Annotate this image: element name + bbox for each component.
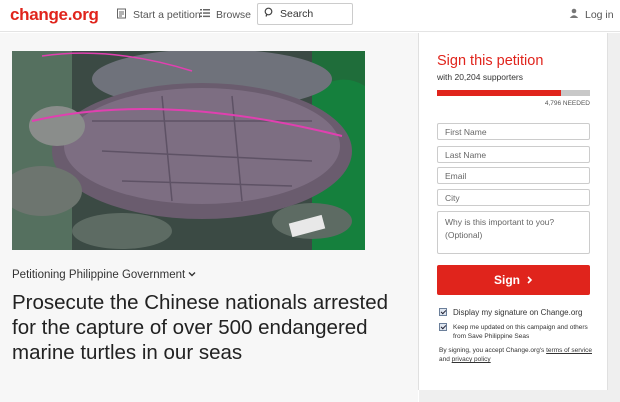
browse-label: Browse — [216, 8, 252, 21]
display-signature-label: Display my signature on Change.org — [453, 308, 583, 317]
terms-of-service-link[interactable]: terms of service — [546, 347, 592, 354]
terms-prefix: By signing, you accept Change.org's — [439, 347, 547, 354]
search-input[interactable]: Search — [257, 3, 353, 25]
chevron-right-icon — [526, 273, 533, 287]
supporters-count: with 20,204 supporters — [437, 72, 523, 82]
keep-updated-checkbox[interactable]: Keep me updated on this campaign and oth… — [439, 323, 589, 341]
sign-title: Sign this petition — [437, 53, 544, 69]
checkbox-checked-icon[interactable] — [439, 323, 447, 331]
sign-button[interactable]: Sign — [437, 265, 590, 295]
top-nav-bar: change.org Start a petition Browse Searc… — [0, 0, 620, 32]
petition-target-label: Petitioning Philippine Government — [12, 269, 186, 281]
reason-textarea[interactable]: Why is this important to you? (Optional) — [437, 211, 590, 254]
petition-title: Prosecute the Chinese nationals arrested… — [12, 291, 389, 364]
login-link[interactable]: Log in — [569, 8, 614, 21]
petition-target[interactable]: Petitioning Philippine Government — [12, 269, 196, 281]
keep-updated-label: Keep me updated on this campaign and oth… — [453, 324, 588, 340]
petition-photo — [12, 51, 365, 250]
user-icon — [569, 8, 579, 21]
sign-button-label: Sign — [494, 273, 520, 287]
email-field[interactable]: Email — [437, 167, 590, 184]
chevron-down-icon — [188, 269, 196, 281]
city-field[interactable]: City — [437, 189, 590, 206]
start-petition-label: Start a petition — [133, 9, 201, 21]
privacy-policy-link[interactable]: privacy policy — [452, 356, 491, 363]
search-icon — [264, 7, 275, 21]
browse-link[interactable]: Browse — [200, 8, 251, 21]
signature-progress-fill — [437, 90, 561, 96]
change-org-logo[interactable]: change.org — [10, 5, 99, 25]
signature-progress-bar — [437, 90, 590, 96]
terms-and: and — [439, 356, 452, 363]
display-signature-checkbox[interactable]: Display my signature on Change.org — [439, 308, 582, 318]
signatures-needed: 4,796 NEEDED — [544, 100, 590, 107]
petition-icon — [116, 8, 127, 22]
last-name-field[interactable]: Last Name — [437, 146, 590, 163]
search-label: Search — [280, 8, 314, 20]
checkbox-checked-icon[interactable] — [439, 308, 447, 316]
start-petition-link[interactable]: Start a petition — [116, 8, 201, 22]
terms-notice: By signing, you accept Change.org's term… — [439, 346, 594, 364]
login-label: Log in — [585, 8, 614, 21]
list-icon — [200, 8, 210, 21]
first-name-field[interactable]: First Name — [437, 123, 590, 140]
